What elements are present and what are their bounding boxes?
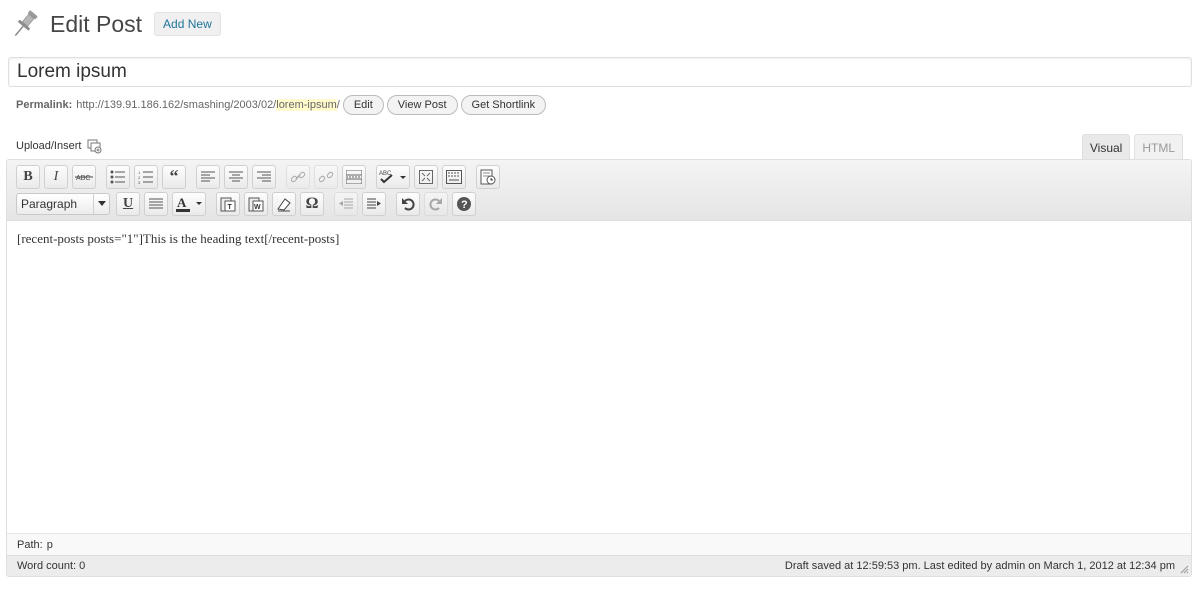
more-tag-icon[interactable]	[342, 164, 366, 189]
toolbar-row-1: B I ABC 123 “ ABC	[16, 163, 1182, 190]
clear-formatting-icon[interactable]	[272, 191, 296, 216]
page-title: Edit Post	[50, 10, 143, 37]
paste-word-icon[interactable]: W	[244, 191, 268, 216]
svg-text:ABC: ABC	[76, 175, 90, 182]
permalink-base-url: http://139.91.186.162/smashing/2003/02/	[76, 99, 277, 111]
strikethrough-icon[interactable]: ABC	[72, 164, 96, 189]
editor-toolbar: B I ABC 123 “ ABC Paragraph U A T W Ω ?	[7, 160, 1191, 221]
indent-icon[interactable]	[362, 191, 386, 216]
view-post-button[interactable]: View Post	[386, 95, 458, 115]
resize-handle-icon[interactable]	[1179, 564, 1189, 574]
content-paragraph[interactable]: [recent-posts posts="1"]This is the head…	[17, 231, 1181, 247]
pushpin-icon	[8, 7, 42, 41]
special-char-icon[interactable]: Ω	[300, 191, 324, 216]
upload-insert-label: Upload/Insert	[16, 140, 82, 152]
tab-visual[interactable]: Visual	[1081, 134, 1131, 161]
editor-content-area[interactable]: [recent-posts posts="1"]This is the head…	[7, 221, 1191, 533]
toolbar-row-2: Paragraph U A T W Ω ?	[16, 190, 1182, 217]
get-shortlink-button[interactable]: Get Shortlink	[460, 95, 547, 115]
post-title-input[interactable]	[9, 58, 1191, 86]
draft-status: Draft saved at 12:59:53 pm. Last edited …	[784, 560, 1175, 572]
post-editor: B I ABC 123 “ ABC Paragraph U A T W Ω ? …	[6, 159, 1192, 577]
add-new-button[interactable]: Add New	[154, 12, 221, 36]
help-icon[interactable]: ?	[452, 191, 476, 216]
unlink-icon[interactable]	[314, 164, 338, 189]
format-select[interactable]: Paragraph	[16, 192, 110, 215]
bold-icon[interactable]: B	[16, 164, 40, 189]
justify-icon[interactable]	[144, 191, 168, 216]
link-icon[interactable]	[286, 164, 310, 189]
media-buttons: Upload/Insert	[16, 138, 103, 154]
preview-icon[interactable]	[476, 164, 500, 189]
align-left-icon[interactable]	[196, 164, 220, 189]
permalink-label: Permalink:	[16, 99, 73, 111]
underline-icon[interactable]: U	[116, 191, 140, 216]
fullscreen-icon[interactable]	[414, 164, 438, 189]
permalink-slug[interactable]: lorem-ipsum	[276, 99, 337, 111]
chevron-down-icon	[93, 193, 109, 214]
edit-permalink-button[interactable]: Edit	[342, 95, 384, 115]
path-label: Path:	[17, 538, 43, 551]
bullet-list-icon[interactable]	[106, 164, 130, 189]
redo-icon[interactable]	[424, 191, 448, 216]
undo-icon[interactable]	[396, 191, 420, 216]
svg-text:W: W	[254, 204, 261, 211]
align-right-icon[interactable]	[252, 164, 276, 189]
spellcheck-icon[interactable]: ABC	[376, 164, 410, 189]
format-select-value: Paragraph	[21, 196, 78, 211]
outdent-icon[interactable]	[334, 191, 358, 216]
svg-text:?: ?	[461, 199, 468, 211]
svg-text:T: T	[228, 204, 233, 211]
editor-path-bar: Path: p	[7, 533, 1191, 555]
post-title-field-wrapper	[8, 57, 1192, 87]
kitchen-sink-icon[interactable]	[442, 164, 466, 189]
path-value-link[interactable]: p	[47, 539, 53, 551]
paste-text-icon[interactable]: T	[216, 191, 240, 216]
text-color-icon[interactable]: A	[172, 191, 206, 216]
numbered-list-icon[interactable]: 123	[134, 164, 158, 189]
word-count: Word count: 0	[17, 560, 86, 572]
align-center-icon[interactable]	[224, 164, 248, 189]
svg-text:3: 3	[138, 180, 141, 184]
permalink-trailing-slash: /	[336, 99, 340, 111]
blockquote-icon[interactable]: “	[162, 164, 186, 189]
editor-status-bar: Word count: 0 Draft saved at 12:59:53 pm…	[7, 555, 1191, 576]
add-media-icon[interactable]	[87, 138, 103, 154]
svg-text:A: A	[177, 195, 187, 210]
editor-tabs: Visual HTML	[1078, 134, 1183, 161]
italic-icon[interactable]: I	[44, 164, 68, 189]
tab-html[interactable]: HTML	[1134, 134, 1183, 161]
page-header: Edit Post Add New	[8, 6, 221, 42]
permalink-bar: Permalink: http://139.91.186.162/smashin…	[16, 94, 547, 116]
